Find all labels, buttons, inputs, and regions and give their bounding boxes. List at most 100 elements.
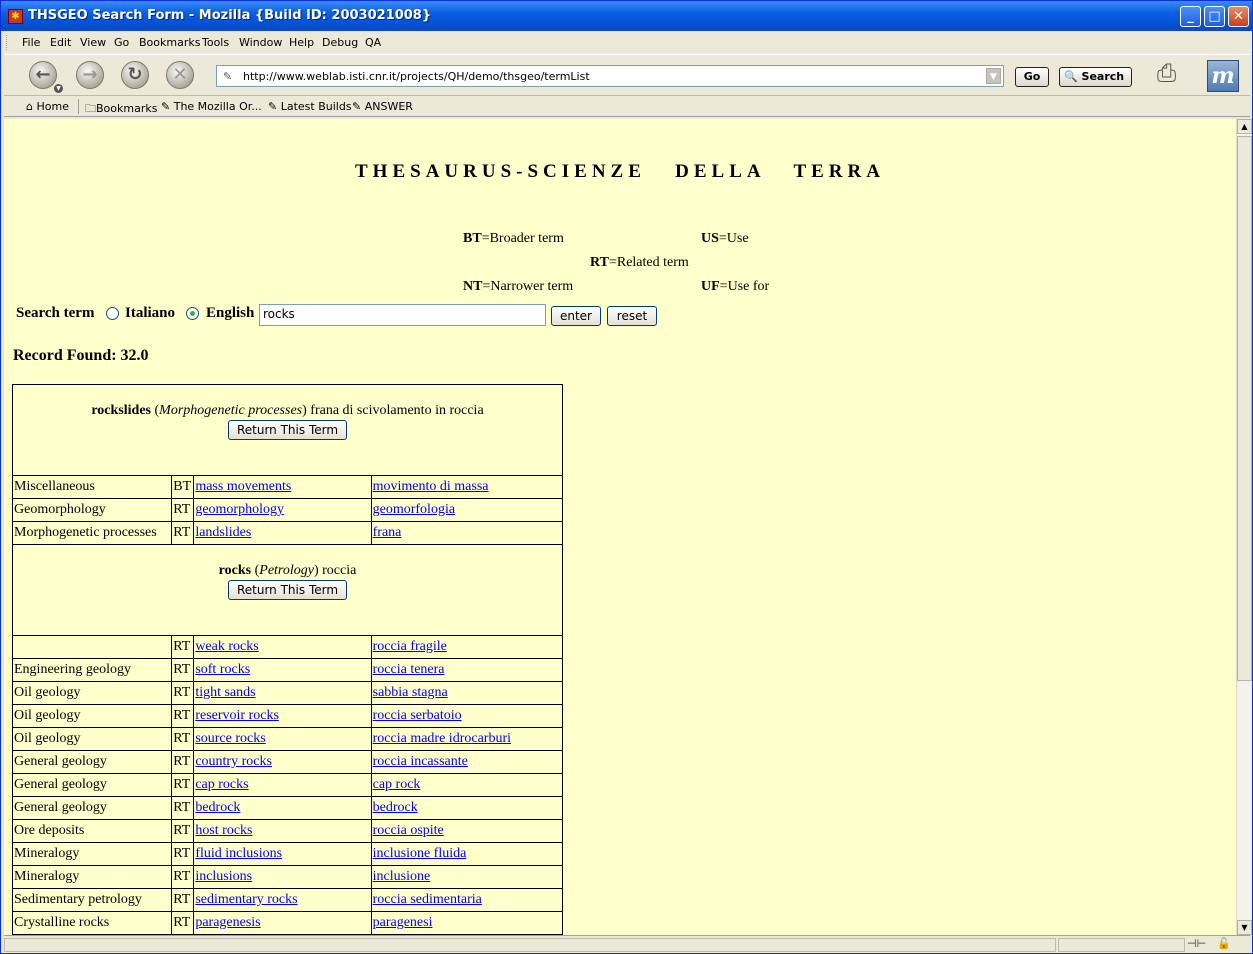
close-button[interactable]: ✕	[1228, 6, 1249, 27]
menu-tools[interactable]: Tools	[202, 36, 229, 49]
table-row: Oil geology RT source rocks roccia madre id…	[11, 727, 564, 751]
english-term-cell: source rocks	[193, 727, 372, 751]
bookmark-latest-builds[interactable]: ✎ Latest Builds	[268, 100, 352, 113]
term-category: Morphogenetic processes	[159, 403, 303, 418]
search-term-label: Search term	[16, 305, 95, 321]
italian-term-link[interactable]: geomorfologia	[373, 502, 455, 517]
italian-term-link[interactable]: sabbia stagna	[373, 685, 448, 700]
italian-term-link[interactable]: roccia sedimentaria	[373, 892, 482, 907]
back-history-dropdown-icon[interactable]: ▼	[54, 84, 63, 93]
domain-cell: Oil geology	[11, 704, 173, 728]
domain-cell: General geology	[11, 750, 173, 774]
menu-bookmarks[interactable]: Bookmarks	[139, 36, 200, 49]
record-found: Record Found: 32.0	[13, 347, 149, 364]
english-term-link[interactable]: tight sands	[195, 685, 255, 700]
italian-term-link[interactable]: roccia incassante	[373, 754, 468, 769]
english-term-link[interactable]: reservoir rocks	[195, 708, 279, 723]
scroll-up-icon[interactable]: ▲	[1237, 119, 1252, 134]
domain-cell: Mineralogy	[11, 865, 173, 889]
italian-term-link[interactable]: roccia tenera	[373, 662, 445, 677]
return-term-button[interactable]: Return This Term	[227, 420, 348, 440]
menu-go[interactable]: Go	[114, 36, 129, 49]
english-term-cell: inclusions	[193, 865, 372, 889]
english-term-link[interactable]: weak rocks	[195, 639, 258, 654]
back-arrow-icon[interactable]: ←	[29, 61, 57, 89]
return-term-button[interactable]: Return This Term	[227, 580, 348, 600]
table-row: Engineering geology RT soft rocks roccia te…	[11, 658, 564, 682]
english-term-link[interactable]: sedimentary rocks	[195, 892, 297, 907]
scroll-thumb[interactable]	[1237, 136, 1252, 681]
italian-term-link[interactable]: frana	[373, 525, 402, 540]
menu-window[interactable]: Window	[239, 36, 282, 49]
maximize-button[interactable]: □	[1204, 6, 1225, 27]
menu-debug[interactable]: Debug	[322, 36, 358, 49]
english-term-link[interactable]: geomorphology	[195, 502, 284, 517]
italian-term-cell: roccia incassante	[370, 750, 564, 774]
english-term-cell: tight sands	[193, 681, 372, 705]
english-term-link[interactable]: cap rocks	[195, 777, 248, 792]
menu-edit[interactable]: Edit	[50, 36, 71, 49]
italian-term-link[interactable]: roccia madre idrocarburi	[373, 731, 511, 746]
english-term-cell: reservoir rocks	[193, 704, 372, 728]
relation-cell: RT	[171, 750, 195, 774]
scroll-down-icon[interactable]: ▼	[1237, 920, 1252, 935]
bookmark-folder[interactable]: 🗀Bookmarks	[85, 100, 157, 119]
search-input[interactable]: rocks	[259, 304, 546, 326]
bookmark-mozilla-org[interactable]: ✎ The Mozilla Or...	[161, 100, 262, 113]
italian-term-link[interactable]: bedrock	[373, 800, 418, 815]
english-term-link[interactable]: landslides	[195, 525, 251, 540]
address-dropdown-icon[interactable]: ▼	[986, 68, 1001, 84]
bookmark-icon: ✎	[352, 100, 362, 113]
relation-cell: RT	[171, 521, 195, 545]
domain-cell: Miscellaneous	[11, 475, 173, 499]
vertical-scrollbar[interactable]: ▲ ▼	[1236, 119, 1252, 935]
print-icon[interactable]: ⎙	[1157, 59, 1191, 91]
table-row: Morphogenetic processes RT landslides frana	[11, 521, 564, 545]
english-term-link[interactable]: fluid inclusions	[195, 846, 282, 861]
italian-term-link[interactable]: roccia ospite	[373, 823, 444, 838]
domain-cell: Geomorphology	[11, 498, 173, 522]
bookmark-answer[interactable]: ✎ ANSWER	[352, 100, 413, 113]
minimize-button[interactable]: _	[1180, 6, 1201, 27]
english-term-link[interactable]: soft rocks	[195, 662, 250, 677]
address-bar[interactable]: ✎ http://www.weblab.isti.cnr.it/projects…	[216, 65, 1004, 87]
english-term-link[interactable]: host rocks	[195, 823, 252, 838]
bookmark-home[interactable]: ⌂ Home	[26, 100, 69, 113]
english-term-link[interactable]: source rocks	[195, 731, 265, 746]
italian-term-link[interactable]: roccia serbatoio	[373, 708, 462, 723]
italian-term-link[interactable]: roccia fragile	[373, 639, 447, 654]
radio-italiano[interactable]	[106, 307, 119, 320]
radio-english[interactable]	[186, 307, 199, 320]
term-name: rocks	[218, 563, 252, 578]
relation-cell: RT	[171, 635, 195, 659]
enter-button[interactable]: enter	[551, 306, 601, 326]
menu-view[interactable]: View	[80, 36, 106, 49]
reload-icon[interactable]: ↻	[121, 61, 149, 89]
english-term-link[interactable]: bedrock	[195, 800, 240, 815]
italian-term-cell: roccia madre idrocarburi	[370, 727, 564, 751]
italian-term-link[interactable]: paragenesi	[373, 915, 433, 930]
domain-cell: Morphogenetic processes	[11, 521, 173, 545]
english-term-link[interactable]: country rocks	[195, 754, 272, 769]
menu-qa[interactable]: QA	[365, 36, 381, 49]
italian-term-link[interactable]: movimento di massa	[373, 479, 489, 494]
english-term-link[interactable]: inclusions	[195, 869, 252, 884]
search-button[interactable]: 🔍 Search	[1059, 67, 1132, 87]
menu-file[interactable]: File	[22, 36, 40, 49]
english-term-cell: weak rocks	[193, 635, 372, 659]
italian-term-link[interactable]: inclusione	[373, 869, 431, 884]
security-lock-icon: 🔓	[1217, 937, 1231, 950]
italian-term-link[interactable]: cap rock	[373, 777, 421, 792]
italian-term-link[interactable]: inclusione fluida	[373, 846, 467, 861]
menu-help[interactable]: Help	[289, 36, 314, 49]
english-term-link[interactable]: paragenesis	[195, 915, 260, 930]
go-button[interactable]: Go	[1015, 67, 1049, 87]
stop-icon[interactable]: ✕	[166, 61, 194, 89]
english-term-link[interactable]: mass movements	[195, 479, 291, 494]
forward-arrow-icon[interactable]: →	[76, 61, 104, 89]
domain-cell: Crystalline rocks	[11, 911, 173, 935]
term-italian: roccia	[322, 563, 357, 578]
reset-button[interactable]: reset	[607, 306, 657, 326]
term-header: rocks (Petrology) roccia Return This Term	[12, 544, 563, 636]
toolbar-grip[interactable]	[6, 35, 9, 50]
